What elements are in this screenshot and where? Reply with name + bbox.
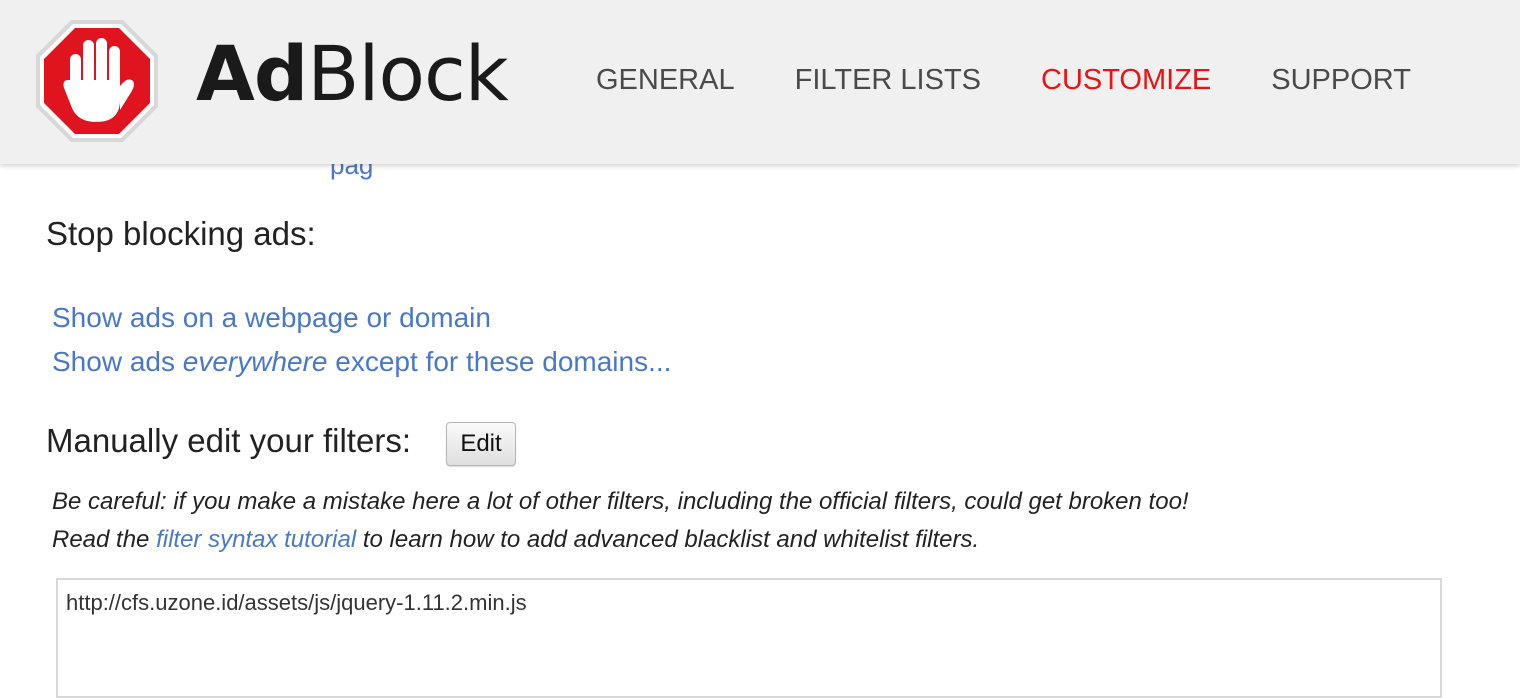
nav-customize[interactable]: CUSTOMIZE — [1041, 64, 1211, 97]
brand-block: Block — [307, 29, 509, 118]
brand-name: AdBlock — [196, 36, 509, 112]
everywhere-link-pre: Show ads — [52, 346, 183, 377]
custom-filters-textbox[interactable]: http://cfs.uzone.id/assets/js/jquery-1.1… — [56, 578, 1442, 698]
nav-filter-lists[interactable]: FILTER LISTS — [795, 64, 981, 97]
edit-filters-button[interactable]: Edit — [446, 422, 516, 466]
brand-ad: Ad — [196, 29, 308, 118]
stop-blocking-title: Stop blocking ads: — [46, 215, 316, 252]
filter-entry: http://cfs.uzone.id/assets/js/jquery-1.1… — [66, 590, 527, 615]
everywhere-link-em: everywhere — [182, 346, 328, 377]
adblock-hand-logo-icon — [36, 20, 158, 142]
show-ads-everywhere-link[interactable]: Show ads everywhere except for these dom… — [52, 346, 671, 378]
main-nav: GENERAL FILTER LISTS CUSTOMIZE SUPPORT — [596, 64, 1411, 97]
nav-support[interactable]: SUPPORT — [1271, 64, 1411, 97]
filter-syntax-tutorial-link[interactable]: filter syntax tutorial — [156, 526, 356, 553]
manual-edit-title: Manually edit your filters: — [46, 422, 411, 459]
header: AdBlock GENERAL FILTER LISTS CUSTOMIZE S… — [0, 0, 1520, 164]
warning-note: Be careful: if you make a mistake here a… — [52, 488, 1189, 515]
nav-general[interactable]: GENERAL — [596, 64, 735, 97]
tutorial-note-post: to learn how to add advanced blacklist a… — [356, 526, 980, 553]
show-ads-webpage-link[interactable]: Show ads on a webpage or domain — [52, 302, 491, 334]
tutorial-note-pre: Read the — [52, 526, 157, 553]
everywhere-link-post: except for these domains... — [327, 346, 672, 377]
tutorial-note: Read the filter syntax tutorial to learn… — [52, 526, 979, 554]
